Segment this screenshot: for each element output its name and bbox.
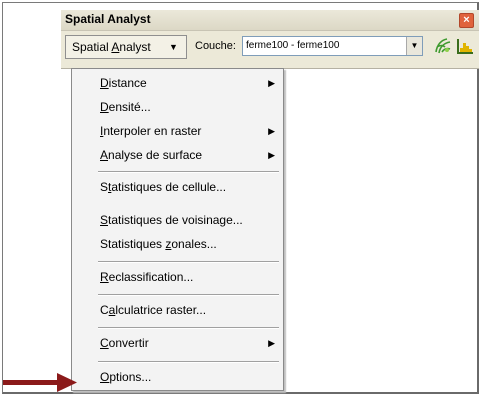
map-tool-icon[interactable] [433,36,453,56]
menu-item-statistiques-de-voisinage[interactable]: Statistiques de voisinage... [72,209,283,231]
spatial-analyst-dropdown-menu: Distance ▶ Densité... Interpoler en rast… [71,68,284,391]
menu-item-options[interactable]: Options... [72,366,283,388]
submenu-arrow-icon: ▶ [268,126,275,136]
caret-down-icon: ▼ [169,42,178,52]
menu-separator [98,327,279,329]
menu-item-convertir[interactable]: Convertir ▶ [72,332,283,354]
menu-separator [98,294,279,296]
toolbar-titlebar: Spatial Analyst × [61,10,479,31]
submenu-arrow-icon: ▶ [268,150,275,160]
menu-item-statistiques-de-cellule[interactable]: Statistiques de cellule... [72,176,283,198]
spatial-analyst-toolbar: Spatial Analyst × Spatial Analyst ▼ Couc… [61,10,479,69]
layer-label: Couche: [195,40,236,52]
submenu-arrow-icon: ▶ [268,78,275,88]
menu-button-label: Spatial Analyst [72,40,151,54]
toolbar-title: Spatial Analyst [65,12,151,26]
menu-separator [98,361,279,363]
menu-item-distance[interactable]: Distance ▶ [72,72,283,94]
menu-item-reclassification[interactable]: Reclassification... [72,266,283,288]
menu-item-calculatrice-raster[interactable]: Calculatrice raster... [72,299,283,321]
menu-item-statistiques-zonales[interactable]: Statistiques zonales... [72,233,283,255]
layer-select-value: ferme100 - ferme100 [246,40,340,51]
close-icon[interactable]: × [459,13,474,28]
menu-item-densite[interactable]: Densité... [72,96,283,118]
layer-select[interactable]: ferme100 - ferme100 ▼ [242,36,423,56]
menu-item-interpoler-en-raster[interactable]: Interpoler en raster ▶ [72,120,283,142]
annotation-arrow-icon [3,373,77,392]
chevron-down-icon[interactable]: ▼ [406,37,422,55]
menu-separator [98,261,279,263]
submenu-arrow-icon: ▶ [268,338,275,348]
histogram-icon[interactable] [455,36,475,56]
menu-separator [98,171,279,173]
menu-item-analyse-de-surface[interactable]: Analyse de surface ▶ [72,144,283,166]
spatial-analyst-menu-button[interactable]: Spatial Analyst ▼ [65,35,187,59]
